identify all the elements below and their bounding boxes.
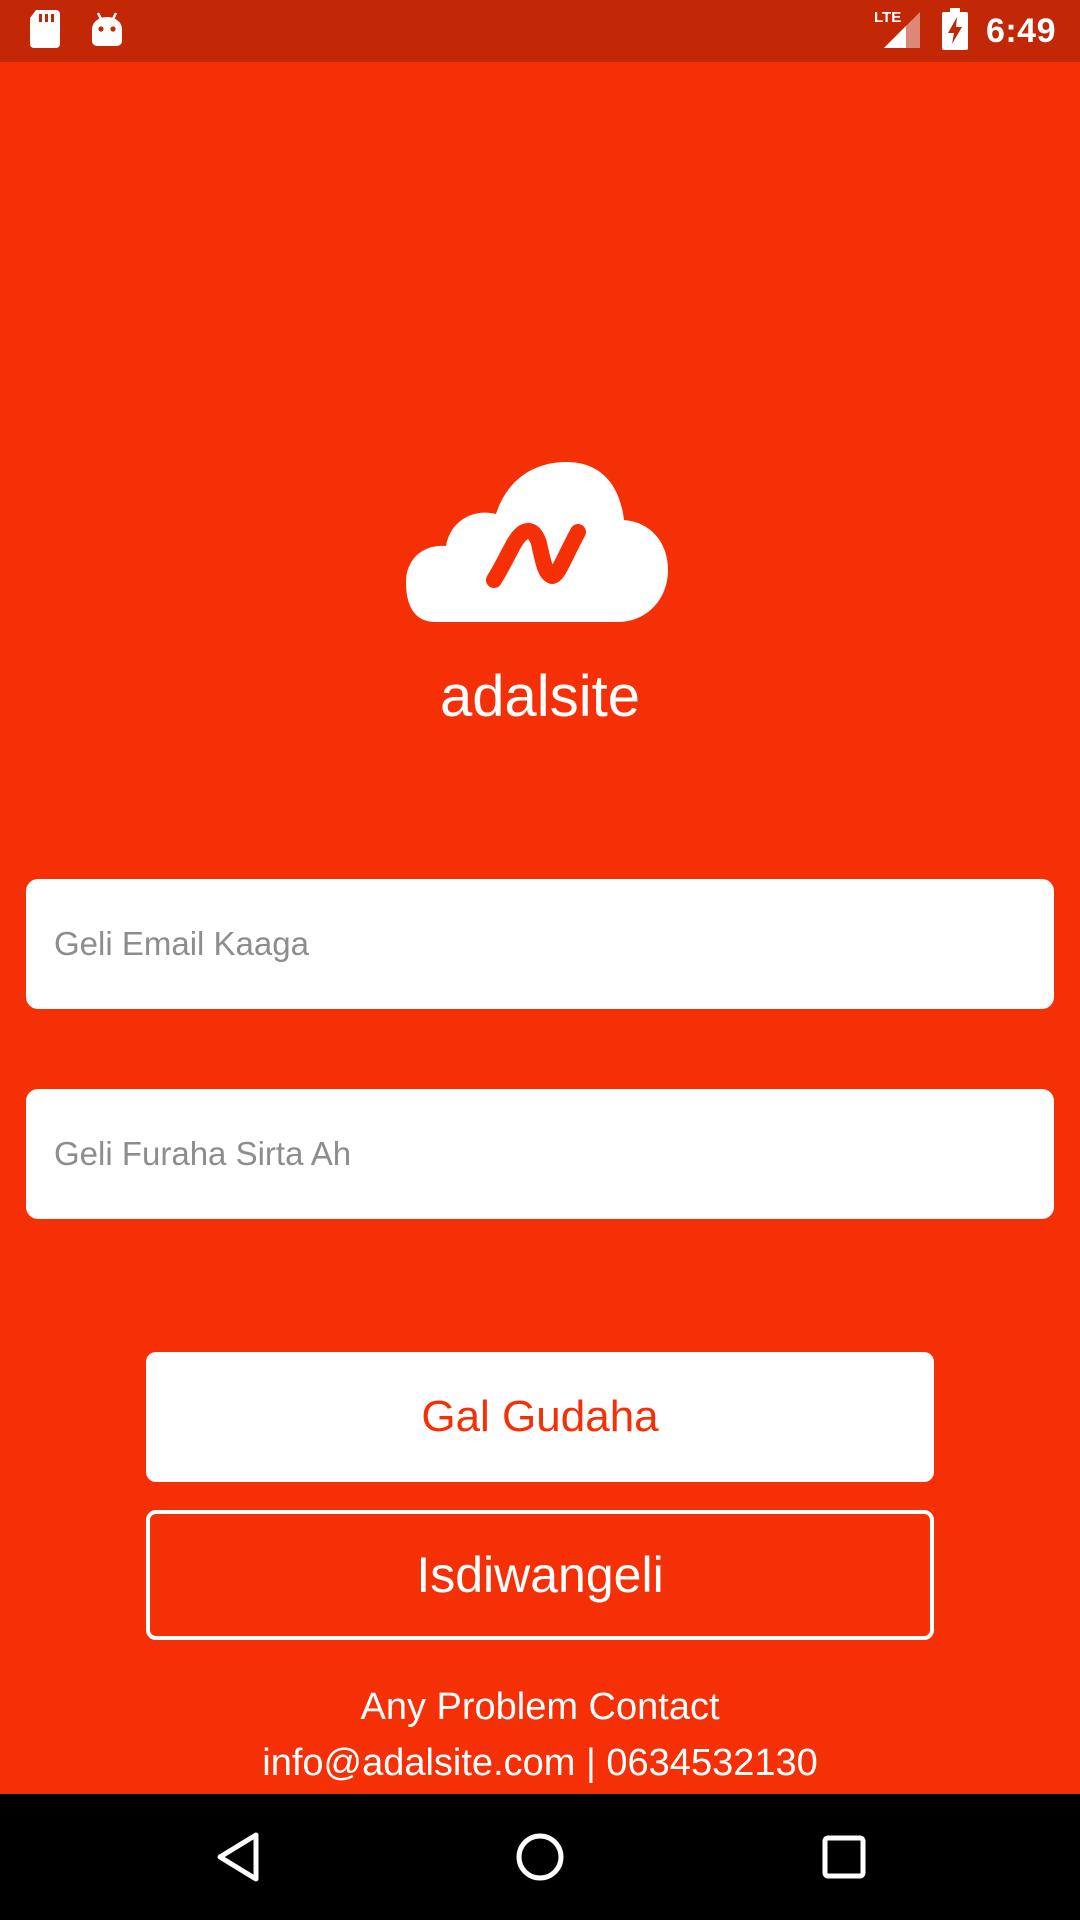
email-input[interactable]: [52, 924, 1054, 964]
android-icon: [90, 11, 124, 52]
sd-card-icon: [30, 9, 62, 53]
navigation-bar: [0, 1794, 1080, 1920]
login-screen: adalsite Gal Gudaha Isdiwangeli Any Prob…: [0, 62, 1080, 1794]
brand-name: adalsite: [440, 664, 640, 729]
cloud-logo-icon: [406, 462, 674, 630]
password-input[interactable]: [52, 1134, 1054, 1174]
contact-info: info@adalsite.com | 0634532130: [262, 1742, 818, 1784]
signal-icon: LTE: [874, 8, 924, 55]
login-button-label: Gal Gudaha: [421, 1392, 659, 1441]
password-field[interactable]: [26, 1089, 1054, 1219]
home-icon[interactable]: [507, 1824, 573, 1890]
status-notifications: [30, 9, 124, 53]
register-button[interactable]: Isdiwangeli: [146, 1510, 934, 1640]
status-bar: LTE 6:49: [0, 0, 1080, 62]
back-icon[interactable]: [205, 1824, 271, 1890]
contact-title: Any Problem Contact: [360, 1686, 720, 1728]
login-button[interactable]: Gal Gudaha: [146, 1352, 934, 1482]
status-time: 6:49: [985, 11, 1056, 50]
email-field[interactable]: [26, 879, 1054, 1009]
recents-icon[interactable]: [811, 1824, 877, 1890]
network-label: LTE: [874, 9, 901, 26]
battery-charging-icon: [941, 7, 968, 55]
status-system: LTE 6:49: [874, 7, 1056, 55]
register-button-label: Isdiwangeli: [416, 1547, 664, 1603]
